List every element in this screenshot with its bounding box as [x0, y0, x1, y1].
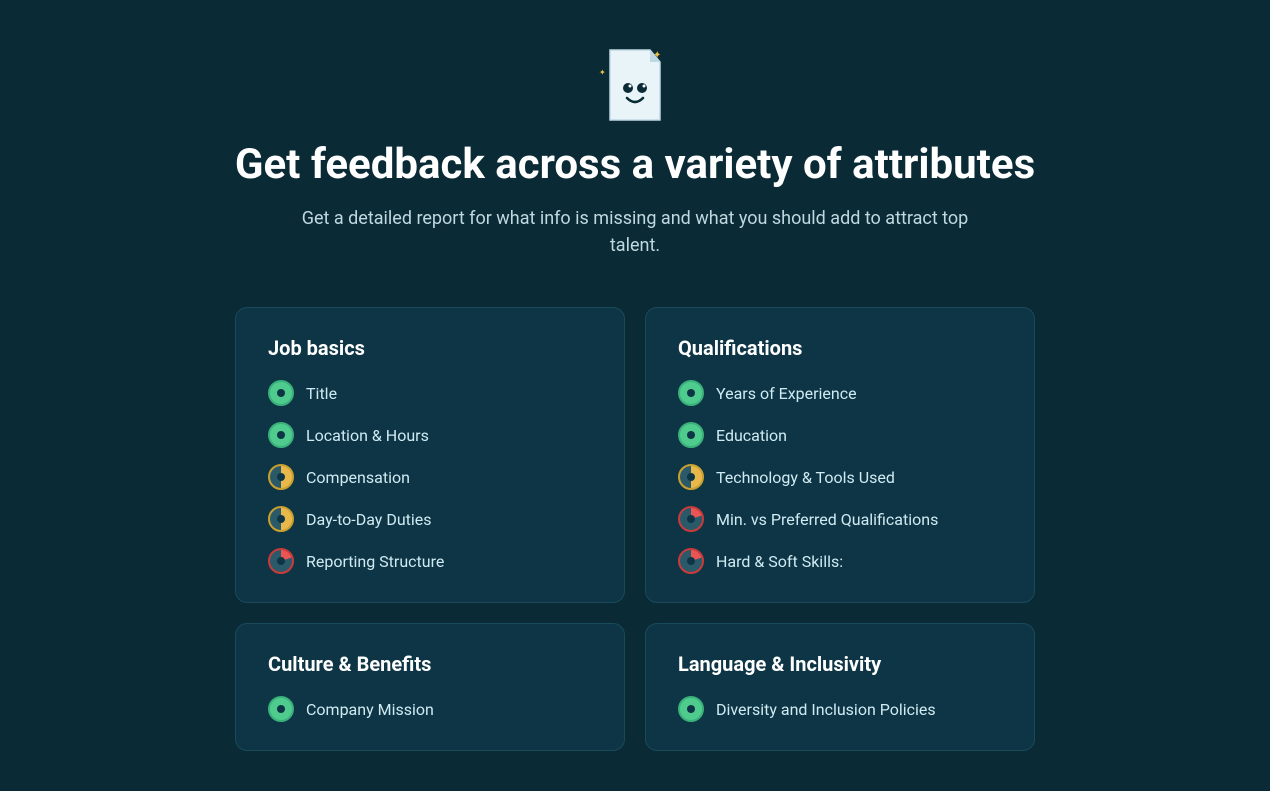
card-title-language-inclusivity: Language & Inclusivity — [678, 652, 1002, 676]
item-label: Compensation — [306, 468, 410, 487]
card-title-job-basics: Job basics — [268, 336, 592, 360]
status-full-icon — [678, 422, 704, 448]
status-half-icon — [268, 506, 294, 532]
list-item: Compensation — [268, 464, 592, 490]
card-list-job-basics: Title Location & Hours Compensation Day-to-… — [268, 380, 592, 574]
cards-grid: Job basics Title Location & Hours Compensat… — [235, 307, 1035, 751]
list-item: Technology & Tools Used — [678, 464, 1002, 490]
list-item: Title — [268, 380, 592, 406]
card-list-qualifications: Years of Experience Education Technology &… — [678, 380, 1002, 574]
status-low-icon — [268, 548, 294, 574]
status-full-icon — [268, 422, 294, 448]
list-item: Location & Hours — [268, 422, 592, 448]
status-low-icon — [678, 548, 704, 574]
item-label: Company Mission — [306, 700, 434, 719]
item-label: Location & Hours — [306, 426, 429, 445]
card-list-language-inclusivity: Diversity and Inclusion Policies — [678, 696, 1002, 722]
status-low-icon — [678, 506, 704, 532]
list-item: Reporting Structure — [268, 548, 592, 574]
status-full-icon — [678, 380, 704, 406]
card-title-qualifications: Qualifications — [678, 336, 1002, 360]
card-title-culture-benefits: Culture & Benefits — [268, 652, 592, 676]
svg-text:✦: ✦ — [653, 50, 661, 61]
list-item: Day-to-Day Duties — [268, 506, 592, 532]
list-item: Years of Experience — [678, 380, 1002, 406]
item-label: Years of Experience — [716, 384, 857, 403]
item-label: Hard & Soft Skills: — [716, 552, 843, 571]
status-full-icon — [268, 380, 294, 406]
card-list-culture-benefits: Company Mission — [268, 696, 592, 722]
list-item: Hard & Soft Skills: — [678, 548, 1002, 574]
page-title: Get feedback across a variety of attribu… — [235, 140, 1035, 189]
svg-text:✦: ✦ — [599, 68, 606, 77]
card-culture-benefits: Culture & Benefits Company Mission — [235, 623, 625, 751]
list-item: Diversity and Inclusion Policies — [678, 696, 1002, 722]
item-label: Title — [306, 384, 337, 403]
status-full-icon — [268, 696, 294, 722]
item-label: Education — [716, 426, 787, 445]
list-item: Education — [678, 422, 1002, 448]
page-subtitle: Get a detailed report for what info is m… — [295, 205, 975, 259]
card-qualifications: Qualifications Years of Experience Educati… — [645, 307, 1035, 603]
status-half-icon — [268, 464, 294, 490]
list-item: Company Mission — [268, 696, 592, 722]
mascot-icon: ✦ ✦ — [595, 40, 675, 120]
item-label: Day-to-Day Duties — [306, 510, 432, 529]
card-language-inclusivity: Language & Inclusivity Diversity and Incl… — [645, 623, 1035, 751]
item-label: Technology & Tools Used — [716, 468, 895, 487]
card-job-basics: Job basics Title Location & Hours Compensat… — [235, 307, 625, 603]
status-full-icon — [678, 696, 704, 722]
status-half-icon — [678, 464, 704, 490]
list-item: Min. vs Preferred Qualifications — [678, 506, 1002, 532]
item-label: Diversity and Inclusion Policies — [716, 700, 936, 719]
item-label: Reporting Structure — [306, 552, 444, 571]
item-label: Min. vs Preferred Qualifications — [716, 510, 938, 529]
